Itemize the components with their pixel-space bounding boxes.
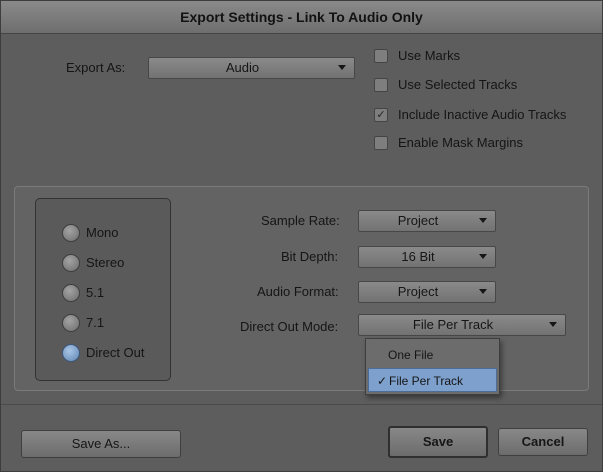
- export-as-label: Export As:: [66, 60, 126, 75]
- sample-rate-dropdown[interactable]: Project: [358, 210, 496, 232]
- chevron-down-icon: [338, 65, 346, 70]
- radio-button-icon: [62, 254, 80, 272]
- include-inactive-audio-label: Include Inactive Audio Tracks: [398, 107, 567, 122]
- sample-rate-label: Sample Rate:: [261, 213, 340, 228]
- chevron-down-icon: [549, 322, 557, 327]
- menu-item-label: File Per Track: [389, 374, 464, 388]
- use-selected-tracks-checkbox[interactable]: Use Selected Tracks: [374, 77, 574, 95]
- menu-item-file-per-track[interactable]: ✓ File Per Track: [368, 368, 497, 392]
- bit-depth-value: 16 Bit: [401, 249, 435, 264]
- checkbox-box: [374, 49, 388, 63]
- use-selected-tracks-label: Use Selected Tracks: [398, 77, 518, 92]
- cancel-button[interactable]: Cancel: [498, 428, 588, 456]
- audio-format-label: Audio Format:: [257, 284, 339, 299]
- menu-item-one-file[interactable]: One File: [368, 343, 497, 367]
- radio-5-1-label: 5.1: [86, 285, 105, 300]
- bit-depth-label: Bit Depth:: [281, 249, 339, 264]
- divider: [1, 404, 602, 405]
- direct-out-mode-label: Direct Out Mode:: [240, 319, 339, 334]
- save-as-button[interactable]: Save As...: [21, 430, 181, 458]
- checkmark-icon: ✓: [377, 374, 388, 388]
- radio-direct-out-label: Direct Out: [86, 345, 145, 360]
- checkbox-box: [374, 136, 388, 150]
- radio-stereo-label: Stereo: [86, 255, 125, 270]
- radio-7-1-label: 7.1: [86, 315, 105, 330]
- use-marks-checkbox[interactable]: Use Marks: [374, 48, 574, 66]
- audio-format-value: Project: [397, 284, 439, 299]
- chevron-down-icon: [479, 254, 487, 259]
- checkmark-icon: ✓: [374, 108, 388, 122]
- include-inactive-audio-checkbox[interactable]: ✓ Include Inactive Audio Tracks: [374, 107, 594, 125]
- radio-button-selected-icon: [62, 344, 80, 362]
- sample-rate-value: Project: [397, 213, 439, 228]
- radio-button-icon: [62, 224, 80, 242]
- use-marks-label: Use Marks: [398, 48, 461, 63]
- export-settings-dialog: Export Settings - Link To Audio Only Exp…: [0, 0, 603, 472]
- dialog-title: Export Settings - Link To Audio Only: [1, 1, 602, 34]
- radio-button-icon: [62, 284, 80, 302]
- direct-out-mode-menu: One File ✓ File Per Track: [365, 338, 500, 395]
- direct-out-mode-dropdown[interactable]: File Per Track: [358, 314, 566, 336]
- menu-item-label: One File: [388, 348, 434, 362]
- export-as-value: Audio: [225, 60, 260, 75]
- chevron-down-icon: [479, 218, 487, 223]
- checkbox-box: [374, 78, 388, 92]
- radio-button-icon: [62, 314, 80, 332]
- enable-mask-margins-checkbox[interactable]: Enable Mask Margins: [374, 135, 574, 153]
- chevron-down-icon: [479, 289, 487, 294]
- audio-format-dropdown[interactable]: Project: [358, 281, 496, 303]
- save-button[interactable]: Save: [388, 426, 488, 458]
- export-as-dropdown[interactable]: Audio: [148, 57, 355, 79]
- enable-mask-margins-label: Enable Mask Margins: [398, 135, 523, 150]
- radio-mono-label: Mono: [86, 225, 119, 240]
- direct-out-mode-value: File Per Track: [412, 317, 494, 332]
- bit-depth-dropdown[interactable]: 16 Bit: [358, 246, 496, 268]
